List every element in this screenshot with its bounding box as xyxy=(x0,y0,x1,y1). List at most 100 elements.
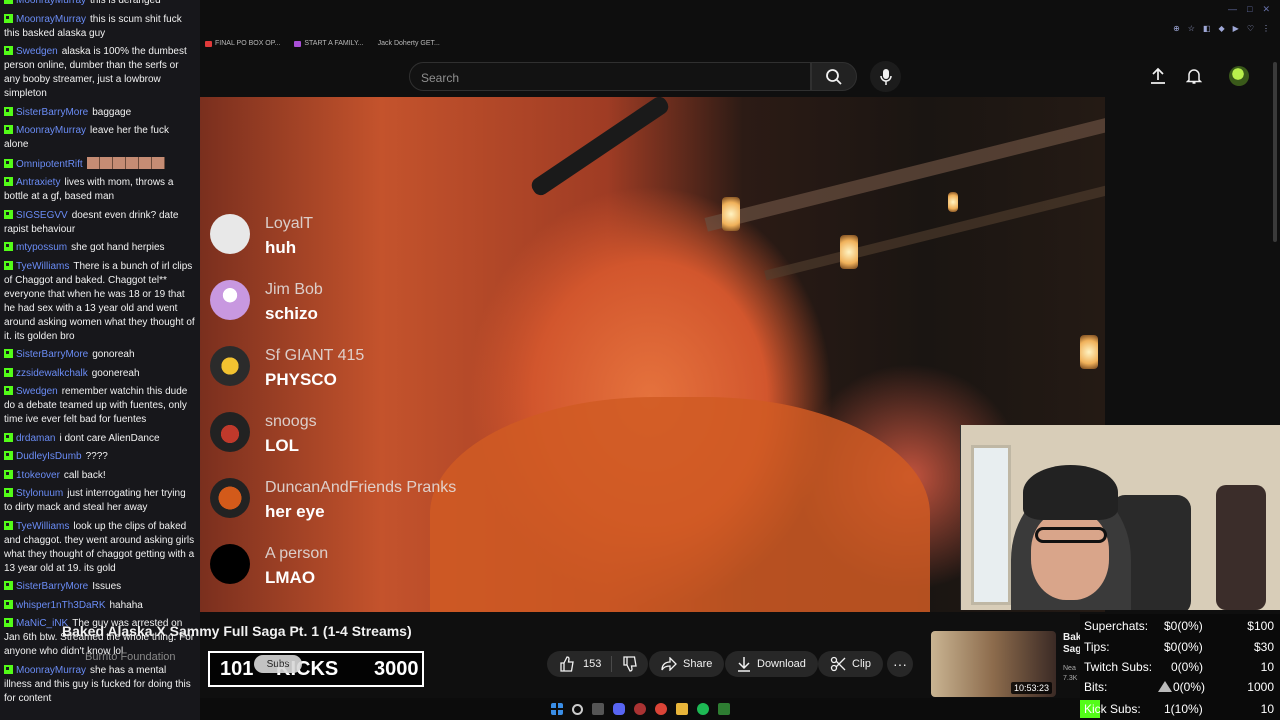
overlay-text: LOL xyxy=(265,436,299,455)
notifications-button[interactable] xyxy=(1184,66,1204,86)
chat-username[interactable]: MoonrayMurray xyxy=(16,0,86,6)
minimize-icon[interactable]: — xyxy=(1228,4,1237,15)
bookmark-item[interactable]: FINAL PO BOX OP... xyxy=(205,40,280,47)
recommended-thumbnail[interactable]: 10:53:23 xyxy=(931,631,1056,697)
bookmark-item[interactable]: Jack Doherty GET... xyxy=(378,40,440,47)
folder-icon[interactable] xyxy=(675,703,688,715)
clip-button[interactable]: Clip xyxy=(818,651,883,677)
chat-username[interactable]: drdaman xyxy=(16,433,55,444)
thumbs-down-icon xyxy=(623,656,638,672)
kick-badge-icon xyxy=(4,46,13,55)
chat-username[interactable]: TyeWilliams xyxy=(16,261,69,272)
chat-message: whisper1nTh3DaRK hahaha xyxy=(4,599,196,613)
chat-username[interactable]: SisterBarryMore xyxy=(16,107,88,118)
overlay-message: Jim Bob schizo xyxy=(210,280,510,346)
chat-username[interactable]: whisper1nTh3DaRK xyxy=(16,600,106,611)
xbox-icon[interactable] xyxy=(717,703,730,715)
play-icon[interactable]: ▶ xyxy=(1233,24,1239,33)
kick-badge-icon xyxy=(4,432,13,442)
browser-chrome xyxy=(200,0,1280,60)
dislike-button[interactable] xyxy=(612,656,648,672)
overlay-name: snoogs xyxy=(265,413,317,430)
chat-username[interactable]: SisterBarryMore xyxy=(16,581,88,592)
stat-tips: Tips: $0(0%) $30 xyxy=(1084,640,1276,656)
chat-username[interactable]: OmnipotentRift xyxy=(16,159,83,170)
chat-message: MoonrayMurray she has a mental illness an… xyxy=(4,664,196,706)
chat-username[interactable]: 1tokeover xyxy=(16,470,60,481)
like-button[interactable]: 153 xyxy=(547,656,613,672)
avatar xyxy=(210,478,250,518)
donation-stats: Superchats: $0(0%) $100 Tips: $0(0%) $30… xyxy=(1080,614,1280,720)
task-view-icon[interactable] xyxy=(591,703,604,715)
stat-value: 0(0%) xyxy=(1173,680,1206,694)
stat-goal: 10 xyxy=(1260,702,1274,716)
spotify-icon[interactable] xyxy=(696,703,709,715)
chat-username[interactable]: SIGSEGVV xyxy=(16,210,68,221)
more-actions-button[interactable]: ··· xyxy=(887,651,913,677)
bell-icon xyxy=(1186,69,1202,84)
overlay-name: LoyalT xyxy=(265,215,314,232)
channel-name[interactable]: Burrito Foundation xyxy=(85,651,176,663)
chat-username[interactable]: Swedgen xyxy=(16,386,58,397)
chat-username[interactable]: TyeWilliams xyxy=(16,521,69,532)
chat-username[interactable]: zzsidewalkchalk xyxy=(16,368,88,379)
chat-username[interactable]: Antraxiety xyxy=(16,177,60,188)
stat-value: $0(0%) xyxy=(1164,640,1203,654)
maximize-icon[interactable]: □ xyxy=(1247,4,1252,15)
microphone-icon xyxy=(879,68,892,85)
alert-goal: 3000 xyxy=(374,657,419,680)
menu-icon[interactable]: ⋮ xyxy=(1262,24,1270,33)
overlay-message: LoyalT huh xyxy=(210,214,510,280)
search-input[interactable]: Search xyxy=(409,62,811,91)
subscribe-button[interactable]: Subs xyxy=(254,655,302,673)
stat-value: 1(10%) xyxy=(1164,702,1203,716)
app-icon[interactable] xyxy=(633,703,646,715)
search-icon[interactable] xyxy=(571,703,583,715)
search-button[interactable] xyxy=(811,62,857,91)
overlay-text: huh xyxy=(265,238,297,257)
kick-badge-icon xyxy=(4,260,13,270)
cap xyxy=(1023,465,1118,520)
extension-icon[interactable]: ◧ xyxy=(1203,24,1211,33)
windows-start-icon[interactable] xyxy=(550,703,563,715)
chat-username[interactable]: MoonrayMurray xyxy=(16,665,86,676)
chat-username[interactable]: DudleyIsDumb xyxy=(16,451,82,462)
glasses xyxy=(1035,527,1107,543)
overlay-text: her eye xyxy=(265,502,325,521)
kick-badge-icon xyxy=(4,0,13,4)
zoom-icon[interactable]: ⊕ xyxy=(1173,24,1180,33)
close-icon[interactable]: ✕ xyxy=(1262,4,1270,15)
overlay-message: DuncanAndFriends Pranks her eye xyxy=(210,478,510,544)
ceiling-beam xyxy=(704,116,1105,232)
overlay-message: snoogs LOL xyxy=(210,412,510,478)
bookmark-item[interactable]: START A FAMILY... xyxy=(294,40,364,47)
chat-username[interactable]: SisterBarryMore xyxy=(16,349,88,360)
overlay-chat: LoyalT huh Jim Bob schizo Sf GIANT 415 PHYS… xyxy=(210,214,510,610)
chat-text: gonoreah xyxy=(92,349,135,360)
chat-username[interactable]: Swedgen xyxy=(16,46,58,57)
shield-icon[interactable]: ◆ xyxy=(1219,24,1225,33)
scrollbar[interactable] xyxy=(1273,62,1277,242)
share-icon xyxy=(661,657,677,671)
bookmark-icon[interactable]: ☆ xyxy=(1188,24,1195,33)
account-avatar[interactable] xyxy=(1229,66,1249,86)
chrome-icon[interactable] xyxy=(654,703,667,715)
chat-text: i dont care AlienDance xyxy=(59,432,160,444)
voice-search-button[interactable] xyxy=(870,61,901,92)
chat-username[interactable]: MaNiC_iNK xyxy=(16,618,68,629)
stat-twitch-subs: Twitch Subs: 0(0%) 10 xyxy=(1084,660,1276,676)
heart-icon[interactable]: ♡ xyxy=(1247,24,1254,33)
download-button[interactable]: Download xyxy=(725,651,818,677)
share-button[interactable]: Share xyxy=(649,651,725,677)
chat-username[interactable]: Stylonuum xyxy=(16,488,63,499)
chat-message: TyeWilliams There is a bunch of irl clips… xyxy=(4,260,196,344)
chat-username[interactable]: MoonrayMurray xyxy=(16,14,86,25)
discord-icon[interactable] xyxy=(612,703,625,715)
upload-button[interactable] xyxy=(1148,66,1168,86)
face xyxy=(1031,510,1109,600)
chat-username[interactable]: mtypossum xyxy=(16,242,67,253)
chat-text: baggage xyxy=(92,106,132,118)
webcam-feed xyxy=(960,425,1280,610)
chat-text: call back! xyxy=(63,469,106,481)
chat-username[interactable]: MoonrayMurray xyxy=(16,125,86,136)
